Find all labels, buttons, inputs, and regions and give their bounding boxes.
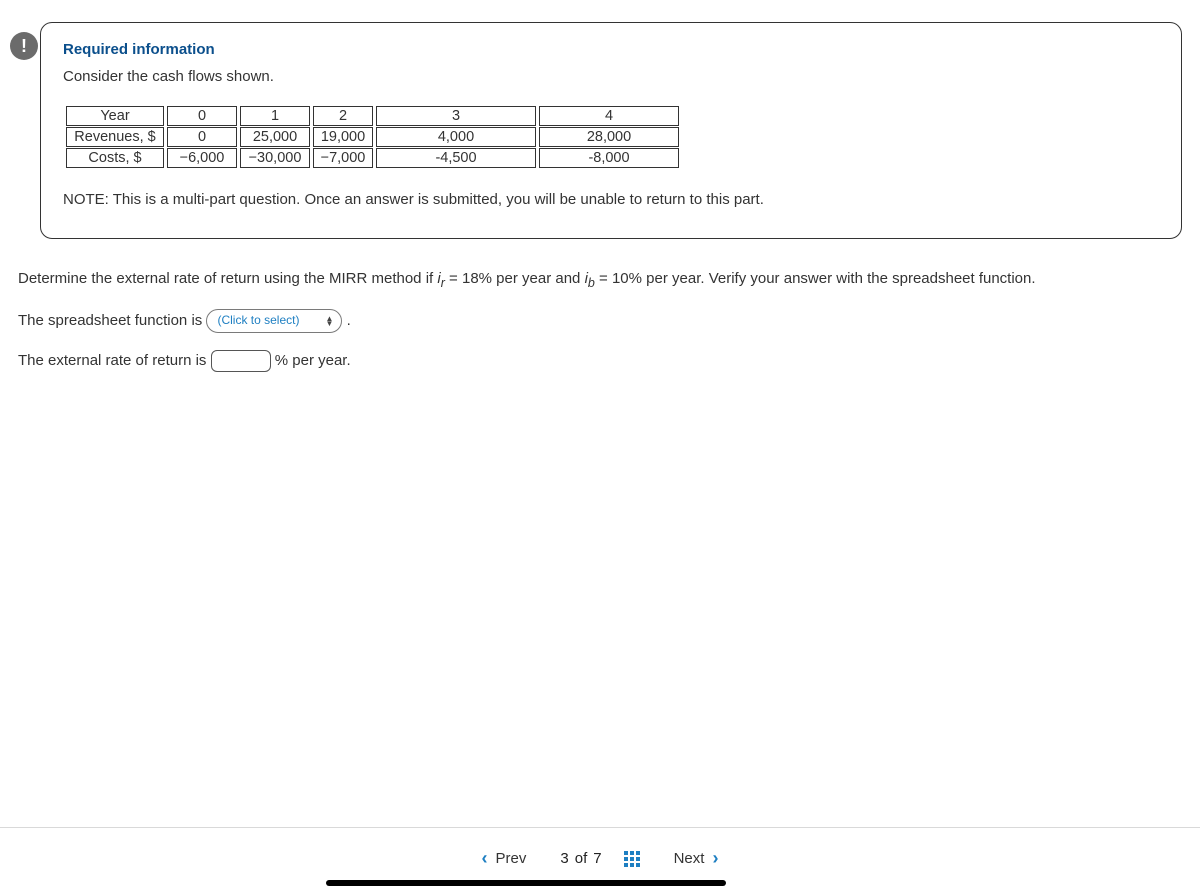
costs-3: -4,500: [376, 148, 536, 168]
rate-input[interactable]: [211, 350, 271, 372]
header-1: 1: [240, 106, 310, 126]
page-indicator: 3 of 7: [560, 850, 601, 867]
next-label: Next: [674, 850, 705, 867]
table-row: Revenues, $ 0 25,000 19,000 4,000 28,000: [66, 127, 679, 147]
chevron-left-icon: ‹: [482, 848, 488, 869]
required-info-title: Required information: [63, 41, 1159, 58]
scrollbar-horizontal[interactable]: [326, 880, 726, 886]
prev-label: Prev: [496, 850, 527, 867]
required-info-card: Required information Consider the cash f…: [40, 22, 1182, 239]
select-placeholder: (Click to select): [217, 311, 299, 330]
header-3: 3: [376, 106, 536, 126]
intro-text: Consider the cash flows shown.: [63, 68, 1159, 85]
header-4: 4: [539, 106, 679, 126]
header-0: 0: [167, 106, 237, 126]
footer-nav: ‹ Prev 3 of 7 Next ›: [0, 827, 1200, 889]
costs-0: −6,000: [167, 148, 237, 168]
line2-post: % per year.: [275, 352, 351, 369]
prev-button[interactable]: ‹ Prev: [470, 842, 539, 875]
page-current: 3: [560, 850, 568, 867]
costs-1: −30,000: [240, 148, 310, 168]
costs-label: Costs, $: [66, 148, 164, 168]
question-prompt: Determine the external rate of return us…: [18, 267, 1182, 293]
multipart-note: NOTE: This is a multi-part question. Onc…: [63, 191, 1159, 208]
revenues-label: Revenues, $: [66, 127, 164, 147]
question-body: Determine the external rate of return us…: [0, 257, 1200, 373]
alert-badge: !: [10, 32, 38, 60]
exclamation-icon: !: [21, 36, 27, 57]
function-select[interactable]: (Click to select) ▲▼: [206, 309, 342, 333]
cash-flow-table: Year 0 1 2 3 4 Revenues, $ 0 25,000 19,0…: [63, 105, 682, 169]
line2-pre: The external rate of return is: [18, 352, 211, 369]
line1-post: .: [347, 312, 351, 329]
spreadsheet-function-line: The spreadsheet function is (Click to se…: [18, 309, 1182, 333]
revenues-1: 25,000: [240, 127, 310, 147]
revenues-2: 19,000: [313, 127, 373, 147]
revenues-3: 4,000: [376, 127, 536, 147]
page-total: 7: [593, 850, 601, 867]
page-of: of: [575, 850, 588, 867]
costs-2: −7,000: [313, 148, 373, 168]
header-year: Year: [66, 106, 164, 126]
external-rate-line: The external rate of return is % per yea…: [18, 349, 1182, 373]
revenues-0: 0: [167, 127, 237, 147]
grid-icon[interactable]: [624, 851, 640, 867]
costs-4: -8,000: [539, 148, 679, 168]
chevron-right-icon: ›: [712, 848, 718, 869]
chevron-up-down-icon: ▲▼: [325, 316, 333, 326]
table-row: Year 0 1 2 3 4: [66, 106, 679, 126]
table-row: Costs, $ −6,000 −30,000 −7,000 -4,500 -8…: [66, 148, 679, 168]
next-button[interactable]: Next ›: [662, 842, 731, 875]
line1-pre: The spreadsheet function is: [18, 312, 206, 329]
revenues-4: 28,000: [539, 127, 679, 147]
header-2: 2: [313, 106, 373, 126]
